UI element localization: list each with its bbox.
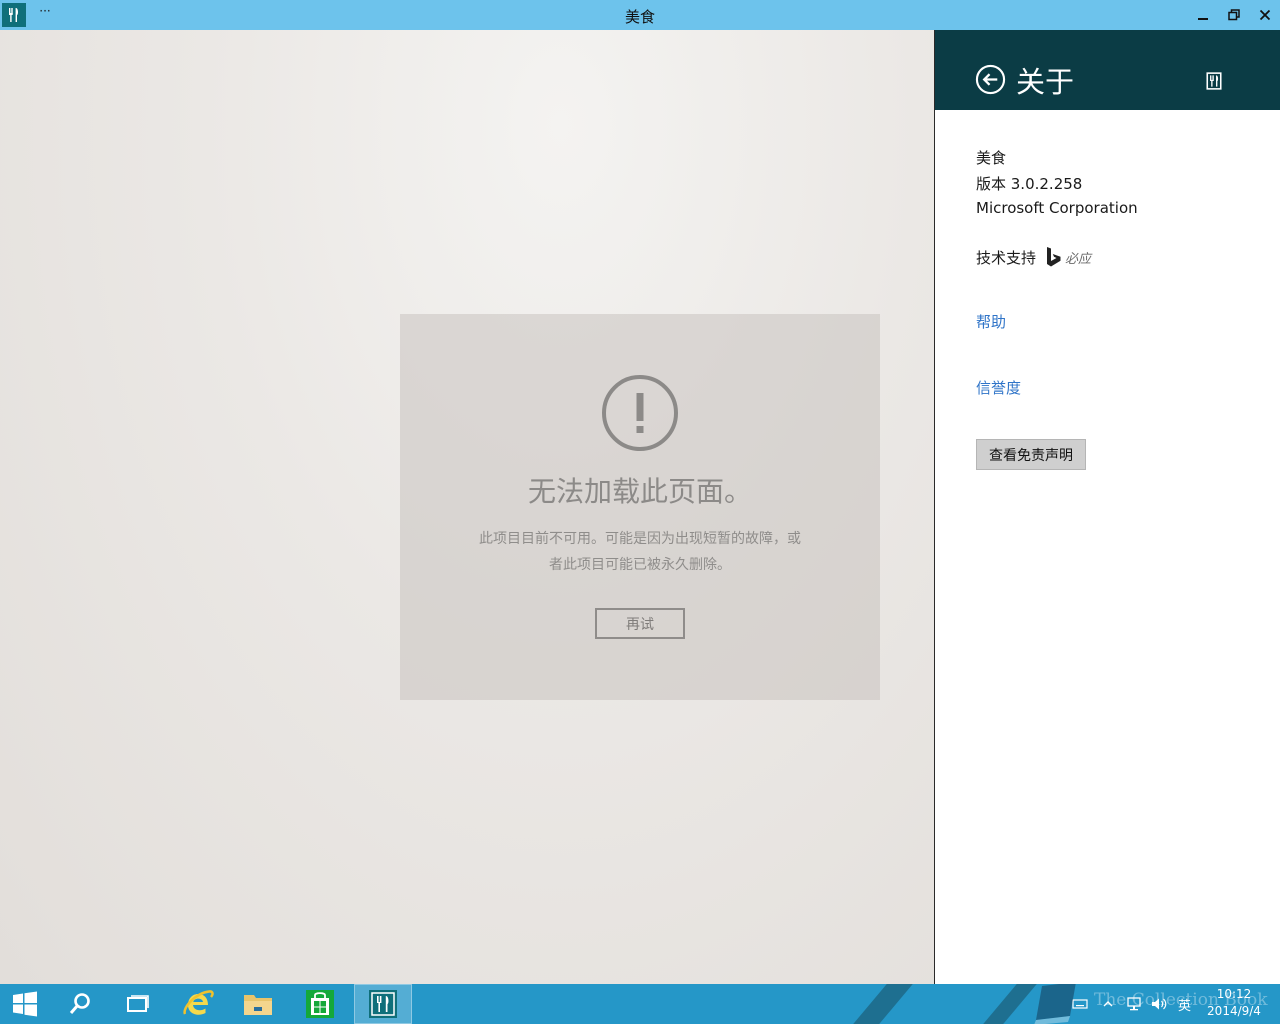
about-title: 关于 xyxy=(1016,65,1075,99)
error-description-line-2: 者此项目可能已被永久删除。 xyxy=(549,557,731,573)
about-version: 版本 3.0.2.258 xyxy=(976,175,1083,193)
taskbar-decoration xyxy=(853,984,913,1024)
back-arrow-icon[interactable] xyxy=(975,64,1006,95)
error-description: 此项目目前不可用。可能是因为出现短暂的故障，或 者此项目可能已被永久删除。 xyxy=(460,526,820,578)
about-publisher: Microsoft Corporation xyxy=(976,199,1138,217)
food-app-taskbar-button[interactable] xyxy=(354,984,412,1024)
file-explorer-button[interactable] xyxy=(236,984,280,1024)
folder-icon xyxy=(244,995,272,1015)
internet-explorer-button[interactable] xyxy=(176,984,220,1024)
credits-link[interactable]: 信誉度 xyxy=(976,377,1021,398)
error-panel: 无法加载此页面。 此项目目前不可用。可能是因为出现短暂的故障，或 者此项目可能已… xyxy=(400,314,880,700)
fork-knife-icon xyxy=(1206,72,1222,90)
task-view-icon xyxy=(127,995,149,1012)
windows-logo-icon xyxy=(13,991,37,1017)
view-disclaimer-button[interactable]: 查看免责声明 xyxy=(976,439,1086,470)
about-header: 关于 xyxy=(935,30,1280,110)
book-watermark-icon xyxy=(1034,984,1076,1024)
support-label: 技术支持 xyxy=(976,248,1037,267)
main-content: 无法加载此页面。 此项目目前不可用。可能是因为出现短暂的故障，或 者此项目可能已… xyxy=(0,30,934,984)
minimize-button[interactable] xyxy=(1188,0,1218,30)
task-view-button[interactable] xyxy=(116,984,160,1024)
store-bag-icon xyxy=(306,990,334,1018)
about-app-name: 美食 xyxy=(976,149,1007,167)
bing-logo: 必应 xyxy=(1045,246,1091,268)
internet-explorer-icon xyxy=(183,990,214,1015)
restore-icon xyxy=(1228,9,1240,21)
watermark-text: The Collection Book xyxy=(1094,990,1268,1010)
retry-button[interactable]: 再试 xyxy=(595,608,685,639)
title-bar: ··· 美食 xyxy=(0,0,1280,30)
store-button[interactable] xyxy=(298,984,342,1024)
exclamation-circle-icon xyxy=(602,375,678,451)
fork-knife-icon xyxy=(369,990,397,1018)
search-icon xyxy=(69,993,90,1014)
bing-b-icon xyxy=(1047,247,1061,267)
search-button[interactable] xyxy=(58,984,102,1024)
close-button[interactable] xyxy=(1250,0,1280,30)
error-title: 无法加载此页面。 xyxy=(527,475,752,508)
minimize-icon xyxy=(1198,18,1208,20)
help-link[interactable]: 帮助 xyxy=(976,311,1006,332)
error-description-line-1: 此项目目前不可用。可能是因为出现短暂的故障，或 xyxy=(479,531,801,547)
taskbar: 英 10:12 2014/9/4 The Collection Book xyxy=(0,984,1280,1024)
window-title: 美食 xyxy=(624,8,655,26)
start-button[interactable] xyxy=(0,984,50,1024)
support-row: 技术支持 必应 xyxy=(976,244,1091,270)
close-icon xyxy=(1259,9,1271,21)
restore-button[interactable] xyxy=(1219,0,1249,30)
about-pane: 关于 美食 版本 3.0.2.258 Microsoft Corporation… xyxy=(934,30,1280,984)
bing-text: 必应 xyxy=(1065,251,1092,267)
